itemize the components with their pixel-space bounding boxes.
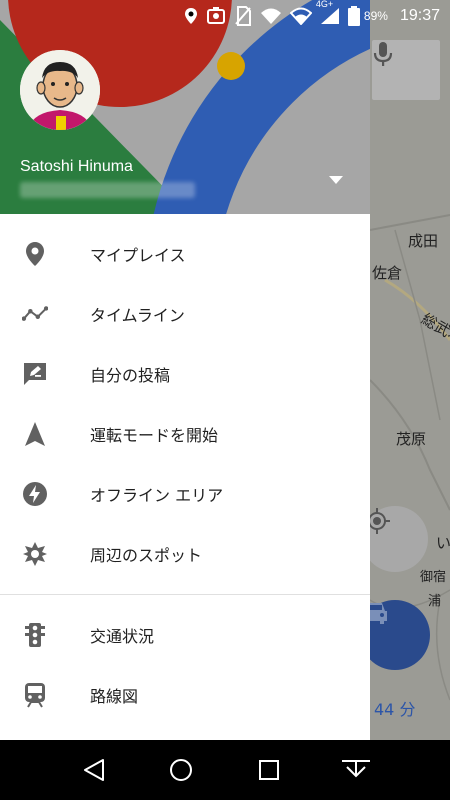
status-bar: 4G+ 89% 19:37 [0, 0, 450, 32]
drawer-menu: マイプレイス タイムライン 自分の投稿 運転モードを開始 オフライン エリア 周… [0, 214, 370, 584]
menu-item-label: マイプレイス [90, 246, 186, 265]
menu-item-explore-nearby[interactable]: 周辺のスポット [0, 524, 370, 584]
menu-item-label: 周辺のスポット [90, 546, 203, 565]
map-label: 浦 [428, 594, 442, 609]
account-email-redacted [20, 182, 195, 198]
my-location-button[interactable] [362, 506, 428, 572]
menu-item-transit[interactable]: 路線図 [0, 665, 370, 725]
menu-item-traffic[interactable]: 交通状況 [0, 605, 370, 665]
map-label: い [436, 534, 450, 552]
wifi-icon [289, 7, 312, 25]
contributions-icon [22, 361, 48, 387]
map-label: 御宿 [420, 570, 447, 585]
battery-percent: 89% [363, 9, 388, 23]
avatar-illustration [20, 50, 100, 130]
navigation-arrow-icon [22, 421, 48, 447]
offline-bolt-icon [22, 481, 48, 507]
map-label: 茂原 [396, 430, 427, 448]
menu-item-label: 自分の投稿 [90, 366, 171, 385]
avatar[interactable] [20, 50, 100, 130]
menu-item-label: オフライン エリア [90, 486, 224, 505]
map-label: 成田 [408, 232, 439, 250]
menu-item-label: 交通状況 [90, 627, 155, 646]
home-button[interactable] [161, 750, 201, 790]
traffic-light-icon [22, 622, 48, 648]
account-name: Satoshi Hinuma [20, 158, 133, 175]
menu-item-timeline[interactable]: タイムライン [0, 284, 370, 344]
recents-icon [258, 760, 279, 780]
cellular-signal-icon: 4G+ [316, 0, 340, 25]
recents-button[interactable] [249, 750, 289, 790]
transit-train-icon [22, 682, 48, 708]
directions-button[interactable] [360, 600, 430, 670]
back-button[interactable] [74, 750, 114, 790]
voice-search-button[interactable] [372, 40, 440, 100]
map-label: 佐倉 [372, 264, 403, 282]
menu-item-label: 路線図 [90, 687, 139, 706]
eta-label: 44 分 [374, 700, 416, 719]
menu-item-label: 運転モードを開始 [90, 426, 219, 445]
location-icon [184, 7, 198, 25]
home-icon [170, 759, 193, 781]
menu-item-label: タイムライン [90, 306, 185, 325]
hide-nav-button[interactable] [336, 750, 376, 790]
navigation-drawer: Satoshi Hinuma マイプレイス タイムライン 自分の投稿 運転モード… [0, 0, 370, 740]
hide-nav-icon [342, 760, 371, 778]
back-icon [83, 759, 104, 781]
no-sim-icon [234, 6, 252, 26]
menu-item-start-driving[interactable]: 運転モードを開始 [0, 404, 370, 464]
layers-menu: 交通状況 路線図 [0, 605, 370, 725]
network-type: 4G+ [315, 0, 334, 9]
timeline-icon [22, 301, 48, 327]
dropdown-arrow-icon [329, 176, 343, 184]
explore-nearby-icon [22, 541, 48, 567]
system-nav-bar [0, 740, 450, 800]
battery-icon [347, 6, 360, 26]
app-notification-icon [206, 7, 226, 25]
menu-item-offline-areas[interactable]: オフライン エリア [0, 464, 370, 524]
menu-item-contributions[interactable]: 自分の投稿 [0, 344, 370, 404]
clock: 19:37 [399, 7, 440, 24]
account-switcher-button[interactable] [326, 170, 346, 190]
menu-item-my-places[interactable]: マイプレイス [0, 224, 370, 284]
place-pin-icon [22, 241, 48, 267]
microphone-icon [373, 42, 393, 66]
menu-divider [0, 594, 370, 595]
account-header[interactable]: Satoshi Hinuma [0, 0, 370, 214]
wifi-icon [260, 7, 282, 25]
